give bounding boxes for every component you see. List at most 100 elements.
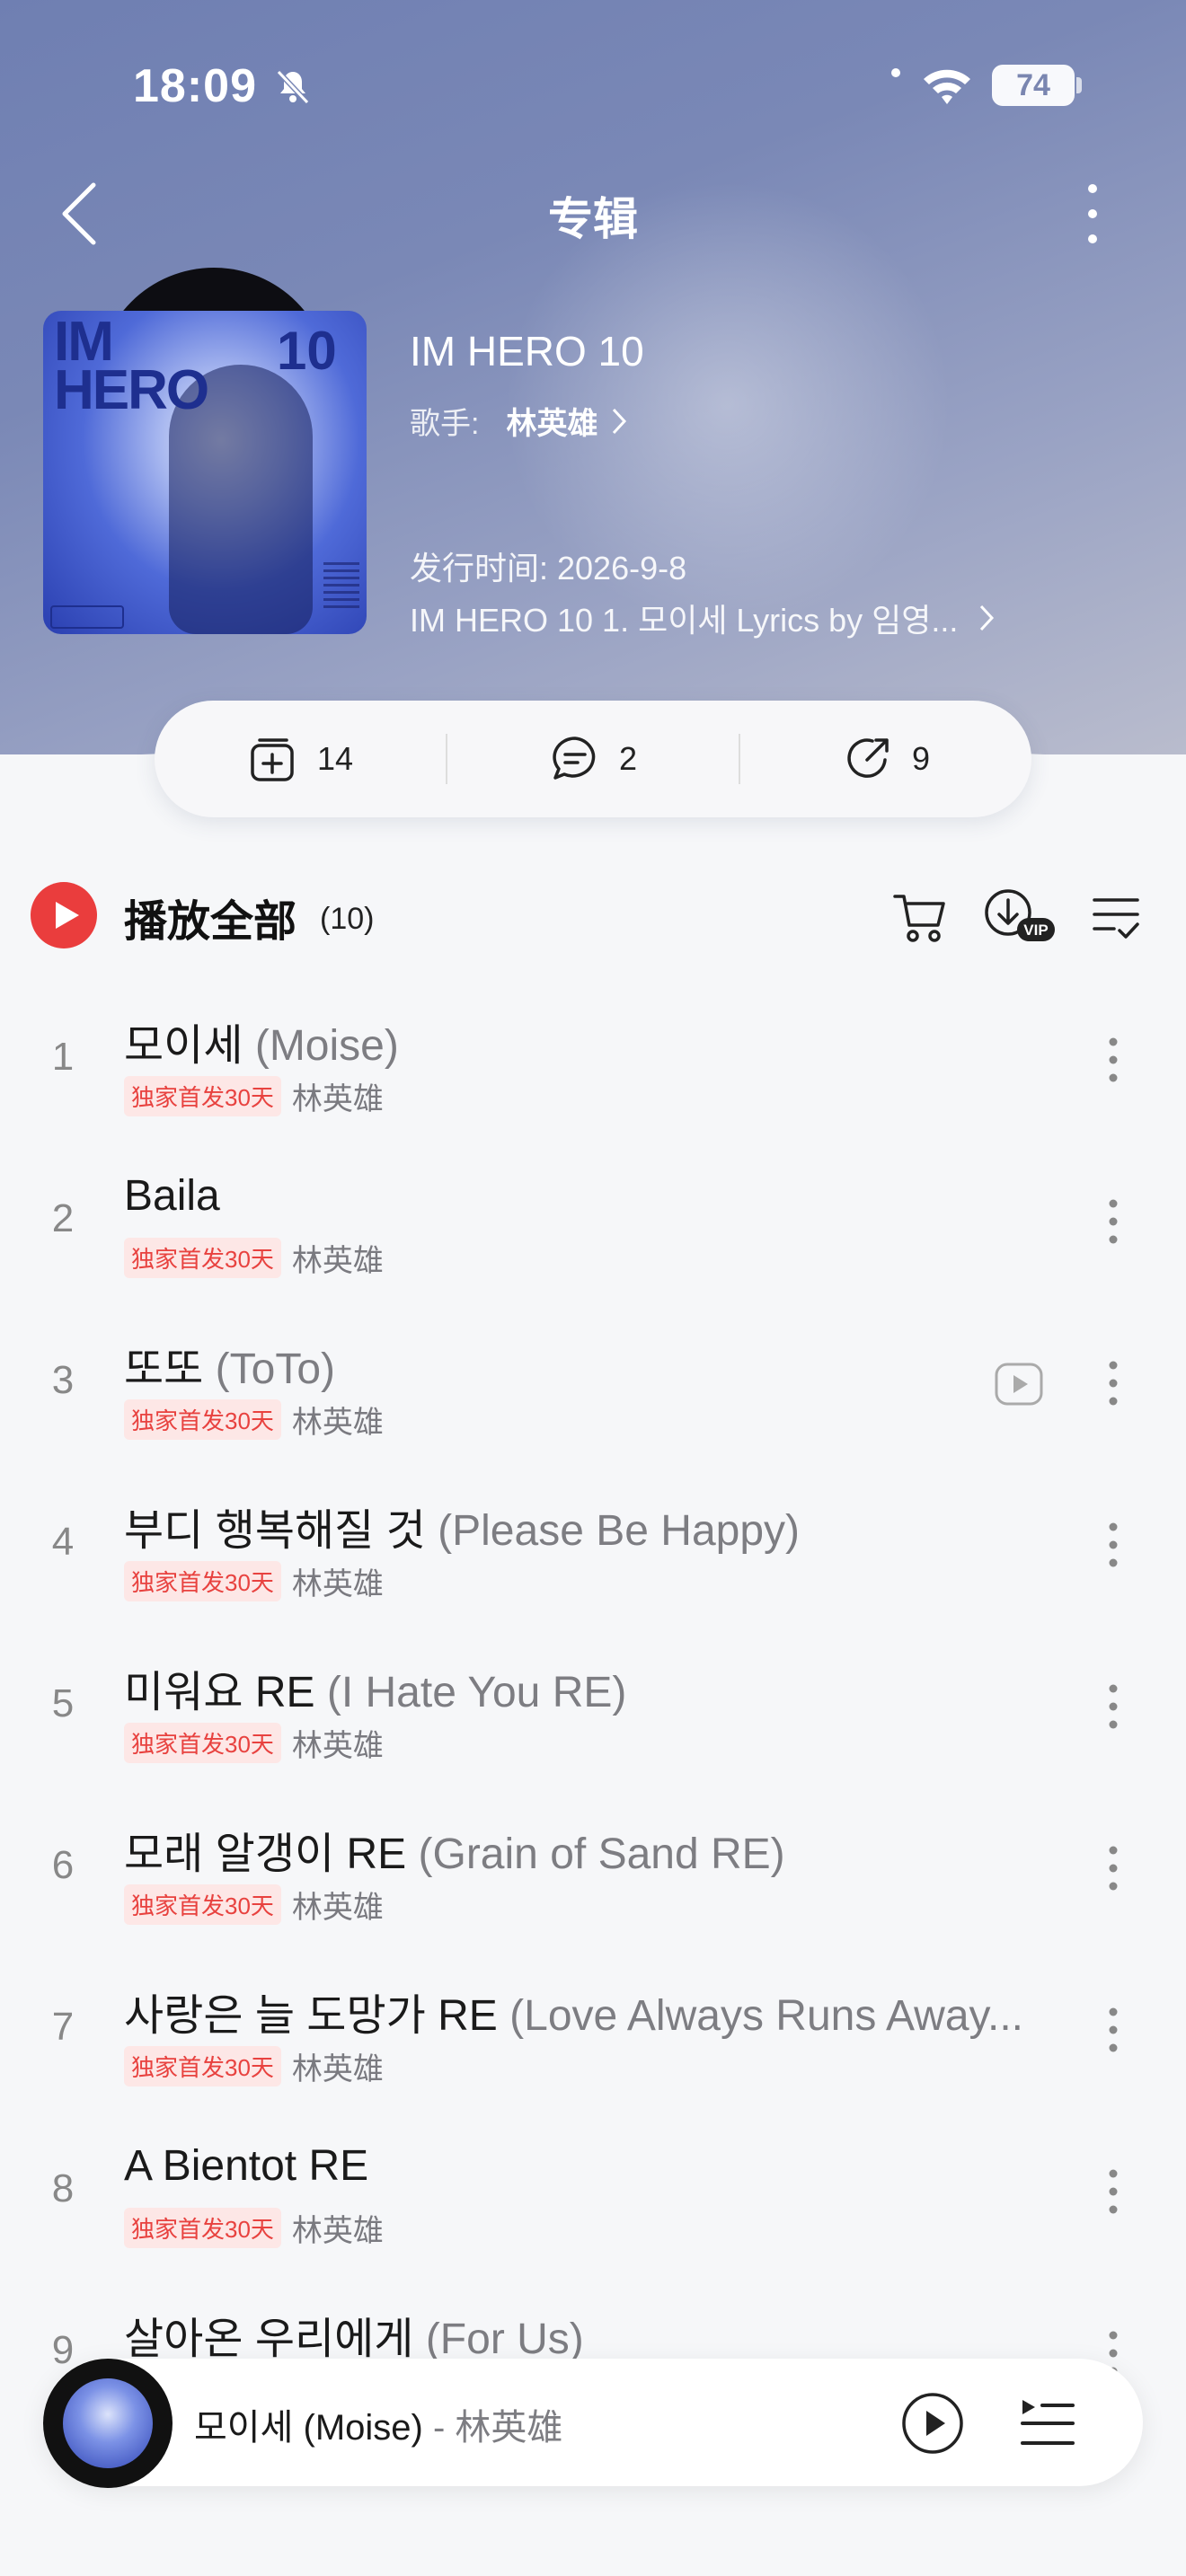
cover-tracklist-art [323, 562, 359, 613]
song-title: A Bientot RE [124, 2141, 1040, 2191]
cart-icon[interactable] [891, 889, 949, 947]
song-row[interactable]: 2 Baila 独家首发30天 林英雄 [0, 1141, 1186, 1302]
more-vertical-icon[interactable] [1098, 1195, 1128, 1248]
exclusive-badge: 独家首发30天 [124, 1399, 281, 1440]
batch-manage-icon[interactable] [1089, 891, 1143, 945]
exclusive-badge: 独家首发30天 [124, 1561, 281, 1601]
song-row[interactable]: 1 모이세 (Moise) 独家首发30天 林英雄 [0, 979, 1186, 1141]
song-title-translation: (I Hate You RE) [326, 1669, 627, 1716]
artist-link[interactable]: 歌手: 林英雄 [410, 399, 628, 443]
song-title-main: 살아온 우리에게 [124, 2316, 414, 2363]
cover-logo-art: IM HERO [54, 311, 209, 421]
song-count: (10) [320, 902, 375, 936]
song-title-translation: (Please Be Happy) [438, 1507, 801, 1555]
song-title: 사랑은 늘 도망가 RE (Love Always Runs Away... [124, 1980, 1040, 2042]
song-title: 부디 행복해질 것 (Please Be Happy) [124, 1495, 1040, 1557]
mini-player-title: 모이세 (Moise) [194, 2408, 423, 2448]
song-number: 1 [51, 1035, 75, 1079]
song-title: 미워요 RE (I Hate You RE) [124, 1656, 1040, 1719]
mini-player-separator: - [422, 2408, 456, 2448]
more-vertical-icon[interactable] [1075, 178, 1111, 250]
song-row[interactable]: 8 A Bientot RE 独家首发30天 林英雄 [0, 2111, 1186, 2272]
song-title-main: 또또 [124, 1345, 204, 1393]
song-number: 4 [51, 1520, 75, 1564]
battery-tip [1076, 77, 1082, 93]
song-row[interactable]: 3 또또 (ToTo) 独家首发30天 林英雄 [0, 1302, 1186, 1464]
song-artist: 林英雄 [291, 2052, 384, 2086]
song-title-translation: (Moise) [254, 1022, 399, 1070]
song-artist: 林英雄 [291, 1891, 384, 1925]
song-row[interactable]: 5 미워요 RE (I Hate You RE) 独家首发30天 林英雄 [0, 1626, 1186, 1787]
song-title-translation: (Love Always Runs Away... [509, 1992, 1023, 2040]
album-description: IM HERO 10 1. 모이세 Lyrics by 임영... [410, 602, 959, 639]
song-meta: 独家首发30天 林英雄 [124, 1559, 384, 1603]
collect-button[interactable]: 14 [155, 733, 446, 785]
song-title: 모래 알갱이 RE (Grain of Sand RE) [124, 1818, 1040, 1881]
more-vertical-icon[interactable] [1098, 1680, 1128, 1734]
song-meta: 独家首发30天 林英雄 [124, 1398, 384, 1442]
song-artist: 林英雄 [291, 1406, 384, 1440]
signal-dot-icon [891, 68, 900, 77]
song-row[interactable]: 6 모래 알갱이 RE (Grain of Sand RE) 独家首发30天 林英雄 [0, 1787, 1186, 1949]
song-artist: 林英雄 [291, 2214, 384, 2248]
status-time: 18:09 [133, 60, 257, 112]
download-vip-icon[interactable]: VIP [981, 886, 1057, 948]
chevron-right-icon [613, 408, 627, 434]
more-vertical-icon[interactable] [1098, 2165, 1128, 2219]
more-vertical-icon[interactable] [1098, 1033, 1128, 1087]
song-title-main: 모이세 [124, 1022, 243, 1070]
artist-name: 林英雄 [506, 407, 598, 441]
comment-icon [553, 737, 596, 780]
song-meta: 独家首发30天 林英雄 [124, 1883, 384, 1927]
album-title: IM HERO 10 [410, 328, 644, 375]
play-all-label[interactable]: 播放全部 [124, 886, 296, 948]
playlist-icon[interactable] [1017, 2393, 1076, 2452]
song-meta: 独家首发30天 林英雄 [124, 2044, 384, 2088]
battery-indicator: 74 [992, 65, 1075, 106]
status-bar: 18:09 74 [0, 0, 1186, 171]
release-date: 发行时间: 2026-9-8 [410, 550, 687, 587]
song-list: 1 모이세 (Moise) 独家首发30天 林英雄 2 Baila 独家首发30天 林英雄 3 또… [0, 979, 1186, 2434]
album-cover[interactable]: IM HERO 10 [43, 311, 367, 634]
song-meta: 独家首发30天 林英雄 [124, 2206, 384, 2250]
song-title-main: 모래 알갱이 RE [124, 1831, 407, 1878]
share-button[interactable]: 9 [740, 733, 1031, 785]
artist-label: 歌手: [410, 407, 480, 441]
comment-button[interactable]: 2 [447, 733, 739, 785]
more-vertical-icon[interactable] [1098, 1518, 1128, 1572]
collect-add-icon [251, 738, 294, 781]
exclusive-badge: 独家首发30天 [124, 1238, 281, 1278]
song-number: 8 [51, 2166, 75, 2210]
song-number: 2 [51, 1196, 75, 1240]
mv-play-icon[interactable] [994, 1362, 1044, 1407]
more-vertical-icon[interactable] [1098, 2003, 1128, 2057]
exclusive-badge: 独家首发30天 [124, 1076, 281, 1116]
mini-player-track[interactable]: 모이세 (Moise) - 林英雄 [194, 2398, 562, 2450]
song-title: 또또 (ToTo) [124, 1333, 1040, 1396]
album-actions-bar: 14 2 9 [155, 701, 1031, 817]
album-description-link[interactable]: IM HERO 10 1. 모이세 Lyrics by 임영... [410, 595, 1003, 641]
cover-logo-art-number: 10 [277, 321, 337, 381]
more-vertical-icon[interactable] [1098, 1356, 1128, 1410]
song-title-main: Baila [124, 1172, 220, 1220]
song-title-translation: (ToTo) [215, 1345, 336, 1393]
chevron-right-icon [980, 604, 995, 631]
song-title: 모이세 (Moise) [124, 1010, 1040, 1072]
exclusive-badge: 独家首发30天 [124, 2046, 281, 2086]
play-all-row: 播放全部 (10) VIP [0, 873, 1186, 959]
wifi-icon [924, 69, 970, 104]
mini-player-artist: 林英雄 [455, 2408, 563, 2448]
song-number: 3 [51, 1358, 75, 1402]
mini-player-cover [63, 2378, 153, 2468]
song-number: 5 [51, 1681, 75, 1725]
play-all-button[interactable] [31, 882, 97, 948]
song-title-translation: (For Us) [425, 2316, 584, 2363]
song-row[interactable]: 4 부디 행복해질 것 (Please Be Happy) 独家首发30天 林英雄 [0, 1464, 1186, 1626]
share-count: 9 [911, 740, 931, 777]
svg-text:VIP: VIP [1023, 922, 1048, 939]
more-vertical-icon[interactable] [1098, 1841, 1128, 1895]
play-icon[interactable] [900, 2391, 965, 2456]
song-row[interactable]: 7 사랑은 늘 도망가 RE (Love Always Runs Away... 独… [0, 1949, 1186, 2111]
comment-count: 2 [618, 740, 638, 777]
song-title-translation: (Grain of Sand RE) [418, 1831, 785, 1878]
